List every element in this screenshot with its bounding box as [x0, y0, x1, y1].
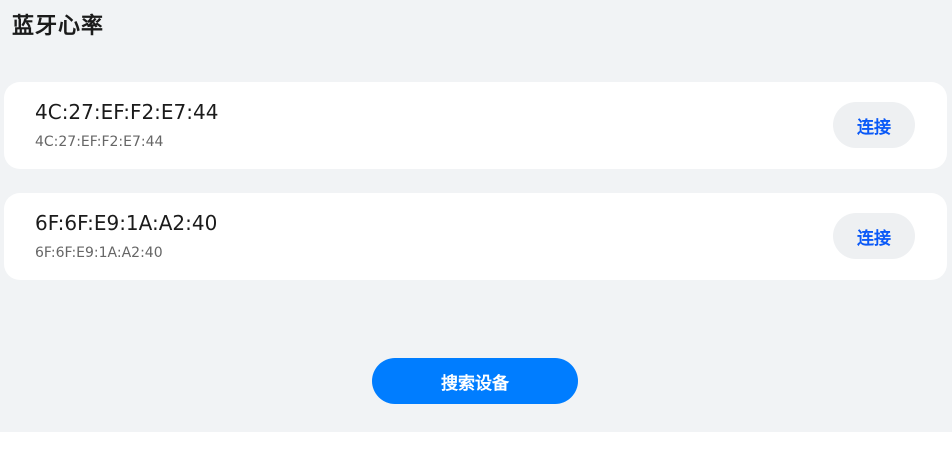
device-name: 4C:27:EF:F2:E7:44 — [35, 100, 219, 124]
connect-button[interactable]: 连接 — [833, 213, 915, 259]
app-container: 蓝牙心率 4C:27:EF:F2:E7:44 4C:27:EF:F2:E7:44… — [0, 0, 952, 432]
device-address: 6F:6F:E9:1A:A2:40 — [35, 245, 163, 261]
connect-button[interactable]: 连接 — [833, 102, 915, 148]
device-card: 4C:27:EF:F2:E7:44 4C:27:EF:F2:E7:44 连接 — [4, 82, 947, 169]
device-list: 4C:27:EF:F2:E7:44 4C:27:EF:F2:E7:44 连接 6… — [4, 82, 947, 304]
device-card: 6F:6F:E9:1A:A2:40 6F:6F:E9:1A:A2:40 连接 — [4, 193, 947, 280]
device-name: 6F:6F:E9:1A:A2:40 — [35, 211, 218, 235]
search-devices-button[interactable]: 搜索设备 — [372, 358, 578, 404]
page-title: 蓝牙心率 — [12, 14, 105, 39]
device-address: 4C:27:EF:F2:E7:44 — [35, 134, 164, 150]
